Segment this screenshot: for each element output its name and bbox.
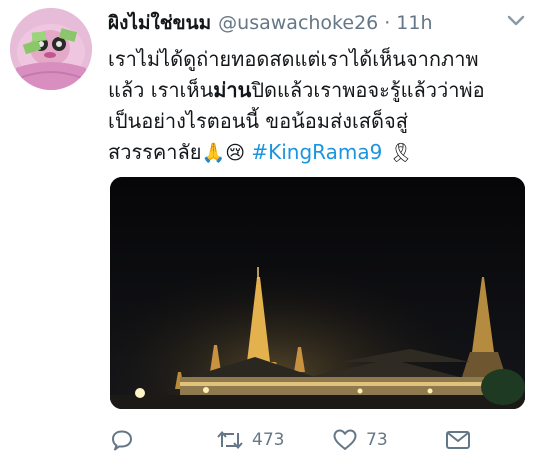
tweet-text-line: สวรรคาลัย🙏😢 #KingRama9 🎗 (108, 137, 538, 169)
reply-button[interactable] (110, 424, 142, 456)
direct-message-button[interactable] (445, 424, 471, 456)
tweet-text-bold: ม่าน (213, 78, 252, 102)
retweet-count: 473 (252, 430, 285, 450)
retweet-icon (217, 430, 243, 450)
tweet-text-segment: สวรรคาลัย (108, 140, 202, 164)
heart-icon (333, 429, 357, 450)
separator-dot: · (384, 12, 391, 34)
like-button[interactable]: 73 (332, 424, 388, 456)
tweet-text-line: เป็นอย่างไรตอนนี้ ขอน้อมส่งเสด็จสู่ (108, 109, 408, 133)
timestamp[interactable]: 11h (396, 12, 432, 34)
tweet-text-line: เราไม่ได้ดูถ่ายทอดสดแต่เราได้เห็นจากภาพ (108, 47, 479, 71)
avatar[interactable] (10, 8, 92, 90)
tweet-text-segment: ปิดแล้วเราพอจะรู้แล้วว่าพ่อ (251, 78, 485, 102)
reply-icon (112, 430, 132, 451)
tweet-text: เราไม่ได้ดูถ่ายทอดสดแต่เราได้เห็นจากภาพ … (108, 44, 538, 169)
black-ribbon-icon: 🎗 (388, 142, 413, 164)
hashtag-link[interactable]: #KingRama9 (251, 140, 382, 164)
tweet-header: ผิงไม่ใช่ขนม @usawachoke26 · 11h (108, 10, 433, 36)
user-handle[interactable]: @usawachoke26 (218, 12, 378, 34)
tweet-media[interactable] (110, 177, 525, 409)
retweet-button[interactable]: 473 (216, 424, 284, 456)
avatar-image (10, 8, 92, 90)
chevron-down-icon[interactable] (506, 14, 526, 28)
display-name[interactable]: ผิงไม่ใช่ขนม (108, 8, 211, 38)
crying-face-icon: 😢 (225, 142, 245, 164)
temple-photo (110, 177, 525, 409)
tweet-text-line: แล้ว เราเห็นม่านปิดแล้วเราพอจะรู้แล้วว่า… (108, 75, 538, 106)
envelope-icon (446, 431, 470, 449)
like-count: 73 (366, 430, 388, 450)
tweet-actions: 473 73 (108, 424, 528, 456)
tweet-text-segment: แล้ว เราเห็น (108, 78, 214, 102)
praying-hands-icon: 🙏 (201, 142, 226, 164)
